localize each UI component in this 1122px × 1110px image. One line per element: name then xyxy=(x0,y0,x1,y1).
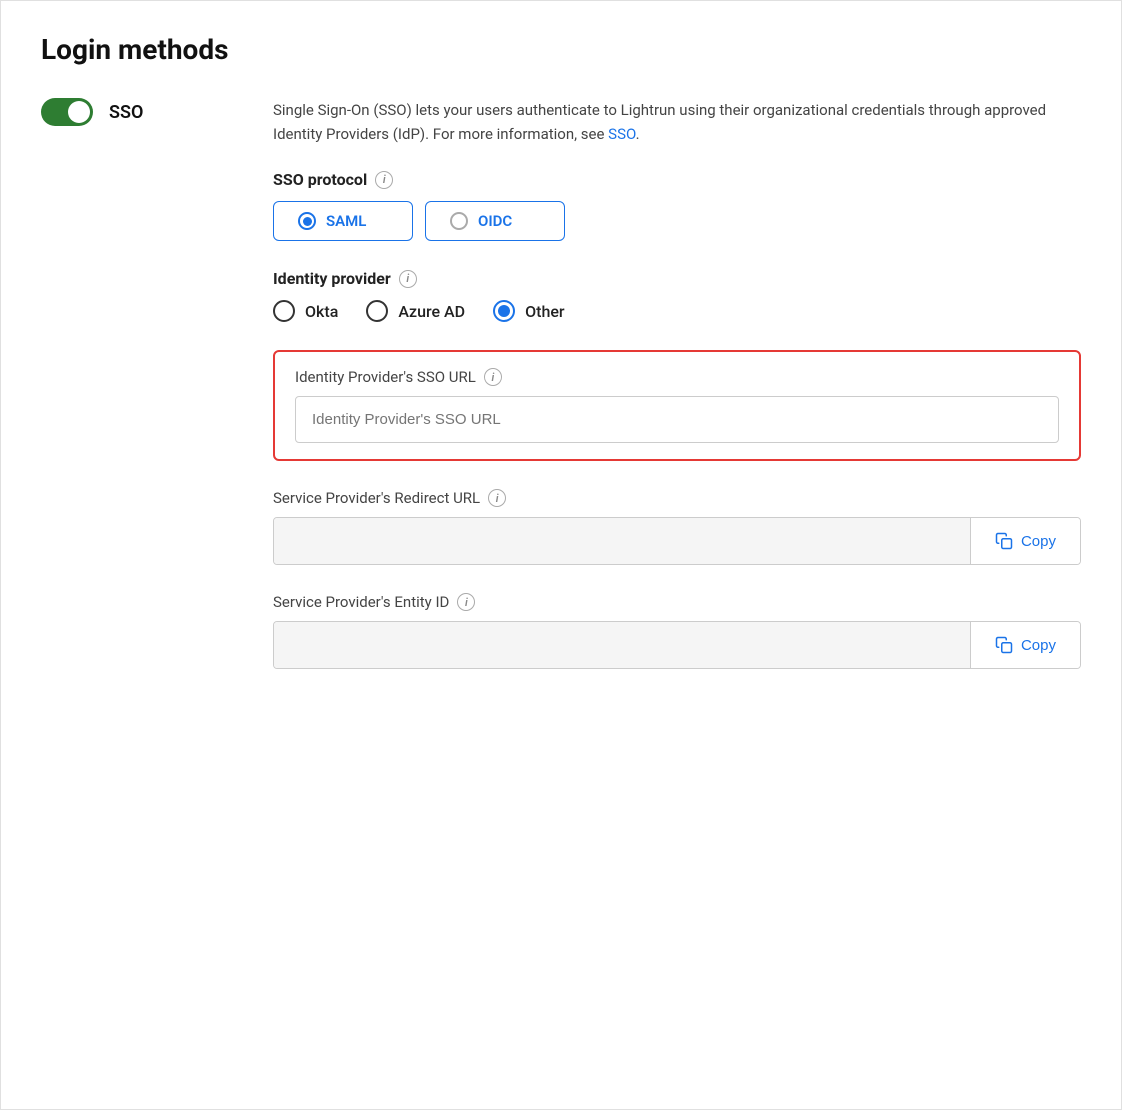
other-label: Other xyxy=(525,302,564,321)
oidc-radio-dot xyxy=(450,212,468,230)
sp-redirect-url-label: Service Provider's Redirect URL i xyxy=(273,489,1081,507)
sso-protocol-section: SSO protocol i SAML OIDC xyxy=(273,170,1081,241)
sp-entity-id-input-row: Copy xyxy=(273,621,1081,669)
idp-sso-url-input[interactable] xyxy=(295,396,1059,443)
sp-redirect-url-input-row: Copy xyxy=(273,517,1081,565)
idp-sso-url-section: Identity Provider's SSO URL i xyxy=(273,350,1081,461)
toggle-track xyxy=(41,98,93,126)
provider-other-option[interactable]: Other xyxy=(493,300,564,322)
protocol-saml-option[interactable]: SAML xyxy=(273,201,413,241)
protocol-options: SAML OIDC xyxy=(273,201,1081,241)
toggle-thumb xyxy=(68,101,90,123)
sp-entity-id-section: Service Provider's Entity ID i Copy xyxy=(273,593,1081,669)
saml-label: SAML xyxy=(326,212,366,230)
idp-sso-url-label: Identity Provider's SSO URL i xyxy=(295,368,1059,386)
sp-redirect-url-section: Service Provider's Redirect URL i Copy xyxy=(273,489,1081,565)
sso-toggle-group: SSO xyxy=(41,98,241,126)
azure-label: Azure AD xyxy=(398,302,465,321)
identity-provider-label: Identity provider i xyxy=(273,269,1081,288)
identity-provider-section: Identity provider i Okta Azure AD Other xyxy=(273,269,1081,322)
sp-entity-id-label-text: Service Provider's Entity ID xyxy=(273,593,449,611)
sp-entity-id-info-icon[interactable]: i xyxy=(457,593,475,611)
sp-redirect-url-info-icon[interactable]: i xyxy=(488,489,506,507)
sp-redirect-url-input[interactable] xyxy=(274,518,970,564)
sp-entity-id-input[interactable] xyxy=(274,622,970,668)
provider-okta-option[interactable]: Okta xyxy=(273,300,338,322)
saml-radio-dot xyxy=(298,212,316,230)
provider-options: Okta Azure AD Other xyxy=(273,300,1081,322)
sp-redirect-url-label-text: Service Provider's Redirect URL xyxy=(273,489,480,507)
okta-radio xyxy=(273,300,295,322)
sp-redirect-copy-button[interactable]: Copy xyxy=(970,518,1080,564)
sp-entity-id-label: Service Provider's Entity ID i xyxy=(273,593,1081,611)
sso-section-row: SSO Single Sign-On (SSO) lets your users… xyxy=(41,98,1081,146)
login-methods-page: Login methods SSO Single Sign-On (SSO) l… xyxy=(0,0,1122,1110)
sso-label: SSO xyxy=(109,102,143,123)
okta-label: Okta xyxy=(305,302,338,321)
sp-redirect-copy-label: Copy xyxy=(1021,533,1056,550)
oidc-label: OIDC xyxy=(478,212,512,230)
sp-entity-id-copy-label: Copy xyxy=(1021,637,1056,654)
sso-protocol-label-text: SSO protocol xyxy=(273,170,367,189)
idp-sso-url-label-text: Identity Provider's SSO URL xyxy=(295,368,476,386)
other-radio xyxy=(493,300,515,322)
identity-provider-info-icon[interactable]: i xyxy=(399,270,417,288)
identity-provider-label-text: Identity provider xyxy=(273,269,391,288)
sso-link[interactable]: SSO xyxy=(608,125,635,143)
copy-icon xyxy=(995,532,1013,550)
sp-entity-id-copy-button[interactable]: Copy xyxy=(970,622,1080,668)
page-title: Login methods xyxy=(41,33,1081,66)
sso-protocol-info-icon[interactable]: i xyxy=(375,171,393,189)
protocol-oidc-option[interactable]: OIDC xyxy=(425,201,565,241)
sso-description-text: Single Sign-On (SSO) lets your users aut… xyxy=(273,101,1046,143)
provider-azure-option[interactable]: Azure AD xyxy=(366,300,465,322)
content-area: SSO protocol i SAML OIDC Identity provid… xyxy=(273,170,1081,669)
copy-icon-2 xyxy=(995,636,1013,654)
sso-protocol-label: SSO protocol i xyxy=(273,170,1081,189)
sso-description: Single Sign-On (SSO) lets your users aut… xyxy=(273,98,1081,146)
sso-toggle[interactable] xyxy=(41,98,93,126)
azure-radio xyxy=(366,300,388,322)
idp-sso-url-info-icon[interactable]: i xyxy=(484,368,502,386)
